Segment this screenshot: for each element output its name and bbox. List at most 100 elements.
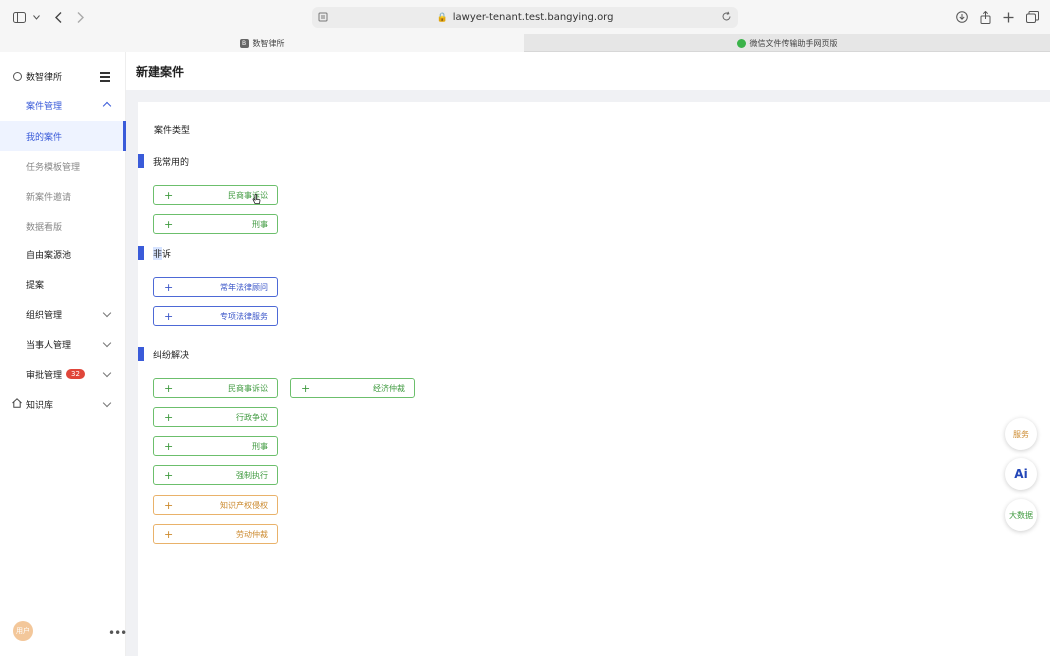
case-button-labor-arbitration[interactable]: + 劳动仲裁 <box>153 524 278 544</box>
case-button-criminal[interactable]: + 刑事 <box>153 214 278 234</box>
case-button-legal-counsel[interactable]: + 常年法律顾问 <box>153 277 278 297</box>
home-icon <box>12 398 22 408</box>
sidebar-item-proposal[interactable]: 提案 <box>0 269 126 299</box>
case-button-label: 行政争议 <box>236 412 268 422</box>
chevron-down-icon <box>102 338 112 348</box>
case-button-label: 强制执行 <box>236 470 268 480</box>
service-label: 服务 <box>1013 429 1029 439</box>
address-bar[interactable]: 🔒 lawyer-tenant.test.bangying.org <box>312 7 738 28</box>
case-button-economic-arbitration[interactable]: + 经济仲裁 <box>290 378 415 398</box>
chevron-down-icon <box>102 368 112 378</box>
plus-icon: + <box>164 188 174 202</box>
case-button-label: 刑事 <box>252 441 268 451</box>
sidebar-item-label: 当事人管理 <box>26 340 72 351</box>
tab-label: 数智律所 <box>252 38 285 48</box>
sidebar-item-task-templates[interactable]: 任务模板管理 <box>0 151 126 181</box>
case-button-ip-infringement[interactable]: + 知识产权侵权 <box>153 495 278 515</box>
section-title-selected: 非 <box>153 246 163 260</box>
menu-icon[interactable] <box>100 72 110 84</box>
tab-shuzhi[interactable]: B 数智律所 <box>0 34 524 52</box>
download-icon[interactable] <box>955 8 969 26</box>
hand-cursor-icon <box>252 193 261 205</box>
tab-bar: B 数智律所 微信文件传输助手网页版 <box>0 34 1050 52</box>
sidebar-item-case-management[interactable]: 案件管理 <box>0 90 126 120</box>
tab-wechat[interactable]: 微信文件传输助手网页版 <box>524 34 1050 52</box>
sidebar-item-my-cases[interactable]: 我的案件 <box>0 121 126 151</box>
main-content: 新建案件 案件类型 我常用的 + 民商事诉讼 + 刑事 非诉 + 常年法律顾问 … <box>126 52 1050 656</box>
section-marker <box>138 154 144 168</box>
sidebar-item-label: 组织管理 <box>26 310 63 321</box>
back-icon[interactable] <box>53 8 63 26</box>
chevron-down-icon <box>102 308 112 318</box>
sidebar-item-label: 任务模板管理 <box>26 162 81 173</box>
url-text: lawyer-tenant.test.bangying.org <box>452 12 614 23</box>
service-button[interactable]: 服务 <box>1005 418 1037 450</box>
chevron-up-icon <box>102 101 112 111</box>
brand[interactable]: 数智律所 <box>13 70 62 83</box>
plus-icon: + <box>164 498 174 512</box>
plus-icon: + <box>164 309 174 323</box>
sidebar-item-label: 知识库 <box>26 400 54 411</box>
tab-overview-icon[interactable] <box>1025 8 1039 26</box>
sidebar-item-case-pool[interactable]: 自由案源池 <box>0 239 126 269</box>
lock-icon: 🔒 <box>436 12 448 23</box>
section-marker <box>138 347 144 361</box>
bigdata-button[interactable]: 大数据 <box>1005 499 1037 531</box>
chevron-down-icon[interactable] <box>32 8 40 26</box>
case-button-label: 经济仲裁 <box>373 383 405 393</box>
case-button-label: 常年法律顾问 <box>220 282 268 292</box>
ai-button[interactable]: Ai <box>1005 458 1037 490</box>
sidebar-item-new-case-invite[interactable]: 新案件邀请 <box>0 181 126 211</box>
section-title: 我常用的 <box>153 157 190 168</box>
sidebar-toggle-icon[interactable] <box>12 8 26 26</box>
more-icon[interactable]: ••• <box>108 626 127 640</box>
section-marker <box>138 246 144 260</box>
sidebar-item-clients[interactable]: 当事人管理 <box>0 329 126 359</box>
section-title: 诉 <box>162 249 172 260</box>
case-button-label: 专项法律服务 <box>220 311 268 321</box>
case-button-enforcement[interactable]: + 强制执行 <box>153 465 278 485</box>
browser-toolbar: 🔒 lawyer-tenant.test.bangying.org <box>0 0 1050 34</box>
case-button-label: 刑事 <box>252 219 268 229</box>
case-button-special-legal-service[interactable]: + 专项法律服务 <box>153 306 278 326</box>
page-icon <box>318 12 328 25</box>
case-button-criminal-2[interactable]: + 刑事 <box>153 436 278 456</box>
sidebar-item-label: 案件管理 <box>26 101 63 112</box>
case-type-panel: 案件类型 我常用的 + 民商事诉讼 + 刑事 非诉 + 常年法律顾问 + 专项法… <box>138 102 1050 656</box>
sidebar-item-organization[interactable]: 组织管理 <box>0 299 126 329</box>
new-tab-icon[interactable] <box>1002 8 1014 26</box>
reload-icon[interactable] <box>721 11 732 25</box>
plus-icon: + <box>164 280 174 294</box>
sidebar-item-approvals[interactable]: 审批管理 32 <box>0 359 126 389</box>
plus-icon: + <box>164 468 174 482</box>
brand-name: 数智律所 <box>26 73 63 83</box>
logo-icon <box>13 72 22 81</box>
share-icon[interactable] <box>979 8 991 26</box>
forward-icon[interactable] <box>75 8 85 26</box>
sidebar-item-label: 我的案件 <box>26 132 63 143</box>
plus-icon: + <box>164 217 174 231</box>
section-title: 纠纷解决 <box>153 350 190 361</box>
plus-icon: + <box>164 381 174 395</box>
sidebar-item-label: 数据看版 <box>26 222 63 233</box>
avatar[interactable]: 用户 <box>13 621 33 641</box>
wechat-icon <box>736 38 746 48</box>
sidebar-item-knowledge-base[interactable]: 知识库 <box>0 389 126 419</box>
page-title: 新建案件 <box>136 65 185 79</box>
section-non-litigation: 非诉 <box>138 246 171 260</box>
case-button-civil-litigation-2[interactable]: + 民商事诉讼 <box>153 378 278 398</box>
case-button-administrative-dispute[interactable]: + 行政争议 <box>153 407 278 427</box>
bigdata-label: 大数据 <box>1009 510 1033 520</box>
sidebar-item-label: 审批管理 <box>26 370 63 381</box>
case-button-label: 民商事诉讼 <box>228 383 268 393</box>
case-button-label: 知识产权侵权 <box>220 500 268 510</box>
sidebar-item-label: 提案 <box>26 280 45 291</box>
plus-icon: + <box>164 410 174 424</box>
sidebar-item-data-dashboard[interactable]: 数据看版 <box>0 211 126 241</box>
sidebar-item-label: 新案件邀请 <box>26 192 72 203</box>
section-dispute-resolution: 纠纷解决 <box>138 347 189 361</box>
plus-icon: + <box>301 381 311 395</box>
section-frequent: 我常用的 <box>138 154 189 168</box>
tab-label: 微信文件传输助手网页版 <box>749 38 838 48</box>
page-header: 新建案件 <box>126 52 1050 90</box>
